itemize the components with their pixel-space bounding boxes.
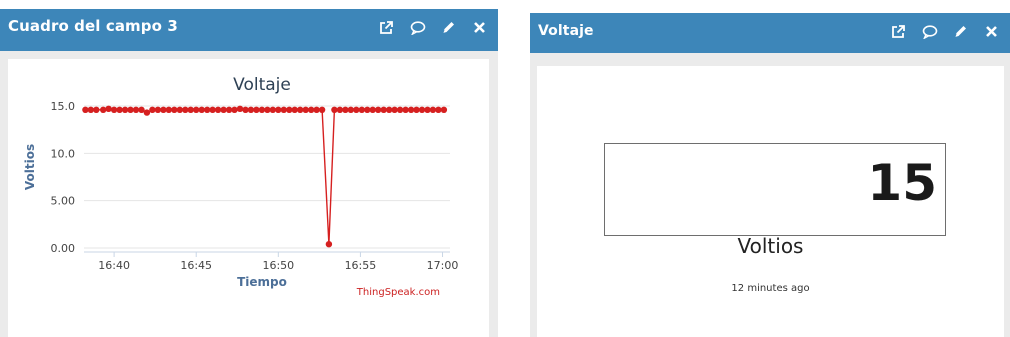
external-link-icon[interactable] (378, 19, 395, 35)
data-point (116, 106, 123, 113)
data-point (154, 106, 162, 113)
panel-toolbar (378, 19, 488, 35)
data-point (100, 106, 107, 113)
data-point (87, 106, 95, 113)
close-icon[interactable] (983, 23, 1000, 39)
data-point (143, 109, 151, 116)
data-point (440, 106, 448, 113)
numeric-display-panel: Voltaje 15 Voltios 12 minutes ago (530, 13, 1010, 337)
data-point (375, 106, 382, 113)
x-tick-label: 16:45 (180, 259, 212, 272)
data-point (313, 106, 320, 113)
data-point (291, 106, 298, 113)
value-box: 15 (604, 143, 946, 236)
data-point (138, 106, 145, 113)
pencil-icon[interactable] (952, 23, 969, 39)
data-point (380, 106, 387, 113)
series-line (85, 108, 444, 245)
data-point (214, 106, 222, 113)
data-point (198, 106, 205, 113)
data-point (165, 106, 172, 113)
data-point (402, 106, 409, 113)
chart-area: 0.00 5.00 10.0 15.0 16:40 16:45 16:50 16:55 17:0… (8, 59, 489, 337)
data-point (231, 106, 238, 113)
y-tick-label: 10.0 (51, 147, 76, 160)
data-point (187, 106, 194, 113)
field-chart-panel: Cuadro del campo 3 0.00 5.00 10.0 15.0 16:40… (0, 9, 498, 337)
data-point (331, 106, 338, 113)
data-point (275, 106, 282, 113)
comment-icon[interactable] (409, 19, 426, 35)
data-point (258, 106, 266, 113)
y-axis-label: Voltios (23, 144, 37, 190)
panel-header: Voltaje (530, 13, 1010, 53)
data-point (110, 106, 118, 113)
data-point (127, 106, 134, 113)
thingspeak-credit[interactable]: ThingSpeak.com (356, 287, 440, 298)
data-point (297, 106, 304, 113)
data-point (336, 106, 344, 113)
last-updated: 12 minutes ago (731, 283, 810, 294)
data-point (132, 106, 140, 113)
data-point (93, 106, 100, 113)
panel-toolbar (890, 23, 1000, 39)
x-tick-label: 16:50 (262, 259, 294, 272)
panel-title: Cuadro del campo 3 (8, 17, 178, 35)
x-tick-label: 16:40 (98, 259, 130, 272)
data-point (302, 106, 309, 113)
data-point (358, 106, 365, 113)
data-point (149, 106, 156, 113)
data-point (220, 106, 227, 113)
data-point (429, 106, 437, 113)
pencil-icon[interactable] (440, 19, 457, 35)
data-point (193, 106, 200, 113)
data-point (347, 106, 354, 113)
data-point (280, 106, 287, 113)
x-tick-label: 17:00 (427, 259, 459, 272)
y-tick-label: 15.0 (51, 100, 76, 113)
data-point (413, 106, 420, 113)
data-point (176, 106, 183, 113)
y-tick-label: 0.00 (51, 242, 76, 255)
numeric-display-area: 15 Voltios 12 minutes ago (537, 66, 1004, 337)
data-point (247, 106, 255, 113)
comment-icon[interactable] (921, 23, 938, 39)
data-point (236, 105, 244, 112)
data-point (435, 106, 442, 113)
x-axis-label: Tiempo (237, 275, 287, 289)
data-point (269, 106, 276, 113)
x-tick-label: 16:55 (345, 259, 377, 272)
current-value: 15 (867, 154, 937, 212)
data-point (253, 106, 260, 113)
data-point (171, 106, 178, 113)
y-tick-label: 5.00 (51, 195, 76, 208)
data-point (369, 106, 376, 113)
data-point (396, 106, 404, 113)
panel-header: Cuadro del campo 3 (0, 9, 498, 51)
data-point (209, 106, 216, 113)
data-point (353, 106, 360, 113)
external-link-icon[interactable] (890, 23, 907, 39)
panel-title: Voltaje (538, 23, 594, 39)
close-icon[interactable] (471, 19, 488, 35)
voltage-chart: 0.00 5.00 10.0 15.0 16:40 16:45 16:50 16:55 17:0… (23, 75, 459, 298)
data-point (318, 106, 326, 113)
value-units: Voltios (737, 234, 804, 258)
data-point (391, 106, 398, 113)
chart-title: Voltaje (233, 75, 291, 95)
data-point (105, 105, 112, 112)
data-point (418, 106, 426, 113)
data-point (325, 241, 333, 248)
